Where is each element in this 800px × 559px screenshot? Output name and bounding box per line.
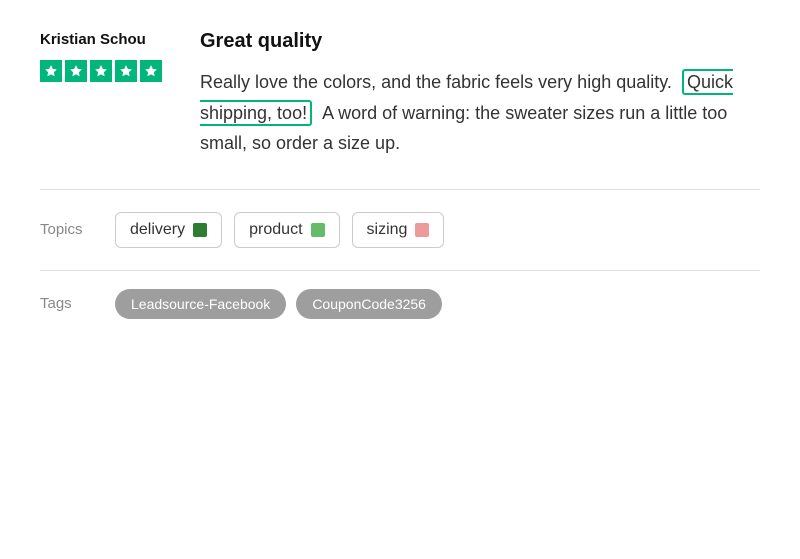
topics-list: delivery product sizing [115, 212, 444, 248]
reviewer-info: Kristian Schou [40, 30, 170, 159]
review-title: Great quality [200, 30, 760, 53]
tags-label: Tags [40, 295, 95, 312]
topic-product[interactable]: product [234, 212, 339, 248]
tags-section: Tags Leadsource-Facebook CouponCode3256 [0, 271, 800, 337]
star-2 [65, 60, 87, 82]
tag-leadsource-facebook[interactable]: Leadsource-Facebook [115, 289, 286, 319]
topic-sizing-label: sizing [367, 221, 408, 239]
topics-section: Topics delivery product sizing [0, 190, 800, 270]
topic-delivery-color [193, 223, 207, 237]
review-body: Really love the colors, and the fabric f… [200, 67, 760, 159]
star-4 [115, 60, 137, 82]
topic-sizing-color [415, 223, 429, 237]
star-5 [140, 60, 162, 82]
topic-product-color [311, 223, 325, 237]
star-1 [40, 60, 62, 82]
topic-delivery[interactable]: delivery [115, 212, 222, 248]
star-3 [90, 60, 112, 82]
review-content: Great quality Really love the colors, an… [200, 30, 760, 159]
reviewer-name: Kristian Schou [40, 30, 170, 50]
star-rating [40, 60, 170, 82]
topics-label: Topics [40, 221, 95, 238]
topic-sizing[interactable]: sizing [352, 212, 445, 248]
tags-list: Leadsource-Facebook CouponCode3256 [115, 289, 442, 319]
topic-product-label: product [249, 221, 302, 239]
tag-couponcode3256[interactable]: CouponCode3256 [296, 289, 442, 319]
topic-delivery-label: delivery [130, 221, 185, 239]
review-body-part1: Really love the colors, and the fabric f… [200, 72, 672, 92]
review-card: Kristian Schou Great quality Really love… [0, 0, 800, 189]
